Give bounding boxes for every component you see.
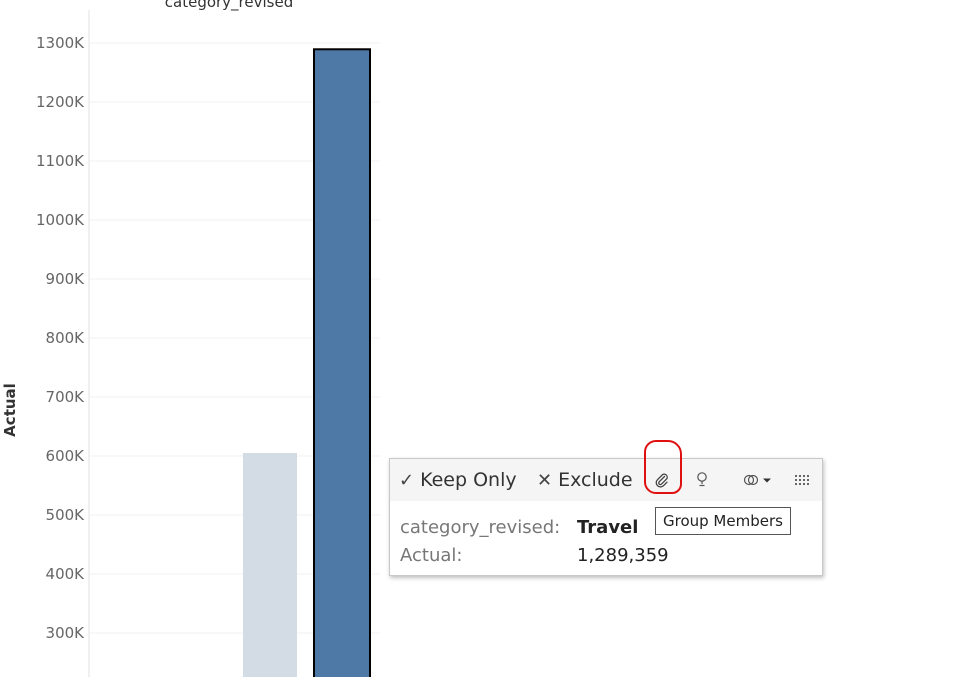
y-tick-label: 1100K	[36, 152, 85, 170]
bar-travel-selected[interactable]	[313, 48, 371, 677]
y-axis-ticks: 300K 400K 500K 600K 700K 800K 900K 1000K 1100K 12…	[36, 34, 85, 642]
checkmark-icon: ✓	[399, 470, 415, 491]
chevron-down-icon	[763, 478, 771, 483]
y-axis-title: Actual	[1, 383, 19, 437]
exclude-button[interactable]: ✕ Exclude	[537, 467, 633, 493]
y-tick-label: 1300K	[36, 34, 85, 52]
lightbulb-icon[interactable]	[690, 468, 714, 492]
bar-dimmed[interactable]	[243, 453, 297, 677]
keep-only-button[interactable]: ✓ Keep Only	[399, 467, 517, 493]
tooltip-key: Actual:	[400, 545, 463, 566]
tooltip-key: category_revised:	[400, 517, 561, 538]
keep-only-label: Keep Only	[420, 469, 517, 491]
y-tick-label: 1200K	[36, 93, 85, 111]
y-tick-label: 600K	[46, 447, 86, 465]
y-tick-label: 300K	[46, 624, 86, 642]
x-icon: ✕	[537, 470, 553, 491]
y-tick-label: 800K	[46, 329, 86, 347]
tooltip-value: Travel	[577, 517, 639, 538]
y-tick-label: 500K	[46, 506, 86, 524]
y-tick-label: 700K	[46, 388, 86, 406]
tooltip-toolbar: ✓ Keep Only ✕ Exclude	[390, 459, 822, 501]
tooltip-row-category: category_revised: Travel	[400, 517, 638, 538]
tooltip-value: 1,289,359	[577, 545, 669, 566]
tooltip-row-actual: Actual: 1,289,359	[400, 545, 669, 566]
group-members-tooltip: Group Members	[655, 507, 791, 535]
exclude-label: Exclude	[558, 469, 633, 491]
sets-icon[interactable]	[740, 468, 778, 492]
header-title: category_revised	[165, 0, 293, 12]
paperclip-icon[interactable]	[650, 468, 674, 492]
y-tick-label: 1000K	[36, 211, 85, 229]
y-tick-label: 900K	[46, 270, 86, 288]
bars	[243, 48, 371, 677]
y-tick-label: 400K	[46, 565, 86, 583]
view-data-icon[interactable]	[790, 468, 814, 492]
